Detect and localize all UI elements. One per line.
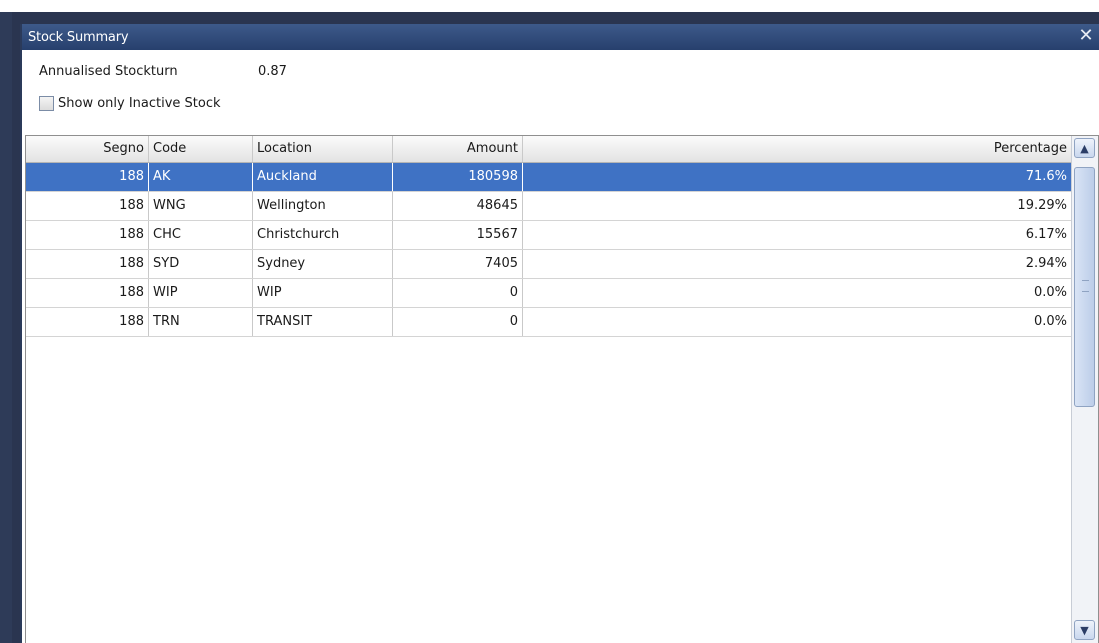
table-row[interactable]: 188 SYD Sydney 7405 2.94%: [26, 250, 1072, 279]
cell-percentage: 6.17%: [523, 221, 1072, 249]
cell-code: CHC: [149, 221, 253, 249]
cell-location: WIP: [253, 279, 393, 307]
column-header-segno[interactable]: Segno: [26, 136, 149, 162]
grip-icon: [1082, 280, 1089, 292]
column-header-amount[interactable]: Amount: [393, 136, 523, 162]
scrollbar-thumb[interactable]: [1074, 167, 1095, 407]
table-row[interactable]: 188 CHC Christchurch 15567 6.17%: [26, 221, 1072, 250]
grid-rows: 188 AK Auckland 180598 71.6% 188 WNG Wel…: [26, 163, 1072, 337]
cell-amount: 7405: [393, 250, 523, 278]
stockturn-label: Annualised Stockturn: [39, 64, 178, 79]
cell-code: TRN: [149, 308, 253, 336]
cell-percentage: 71.6%: [523, 163, 1072, 191]
cell-segno: 188: [26, 308, 149, 336]
scroll-down-button[interactable]: ▼: [1074, 620, 1095, 640]
stockturn-value: 0.87: [258, 64, 287, 79]
table-row[interactable]: 188 WIP WIP 0 0.0%: [26, 279, 1072, 308]
close-icon[interactable]: ✕: [1075, 25, 1097, 47]
desktop-left-strip: [0, 12, 12, 643]
cell-percentage: 0.0%: [523, 308, 1072, 336]
window-titlebar[interactable]: Stock Summary ✕: [22, 24, 1099, 50]
scroll-up-button[interactable]: ▲: [1074, 138, 1095, 158]
cell-segno: 188: [26, 192, 149, 220]
cell-percentage: 0.0%: [523, 279, 1072, 307]
cell-amount: 180598: [393, 163, 523, 191]
cell-amount: 0: [393, 279, 523, 307]
cell-amount: 0: [393, 308, 523, 336]
chevron-up-icon: ▲: [1080, 141, 1089, 155]
cell-segno: 188: [26, 221, 149, 249]
grid-header: Segno Code Location Amount Percentage: [26, 136, 1072, 163]
cell-percentage: 2.94%: [523, 250, 1072, 278]
table-row[interactable]: 188 TRN TRANSIT 0 0.0%: [26, 308, 1072, 337]
cell-location: Christchurch: [253, 221, 393, 249]
cell-amount: 15567: [393, 221, 523, 249]
cell-code: AK: [149, 163, 253, 191]
cell-code: WIP: [149, 279, 253, 307]
cell-amount: 48645: [393, 192, 523, 220]
chevron-down-icon: ▼: [1080, 623, 1089, 637]
inactive-stock-checkbox[interactable]: Show only Inactive Stock: [39, 96, 221, 111]
cell-percentage: 19.29%: [523, 192, 1072, 220]
cell-segno: 188: [26, 250, 149, 278]
cell-segno: 188: [26, 163, 149, 191]
checkbox-icon[interactable]: [39, 96, 54, 111]
column-header-location[interactable]: Location: [253, 136, 393, 162]
cell-code: WNG: [149, 192, 253, 220]
cell-location: Auckland: [253, 163, 393, 191]
stock-summary-window: Stock Summary ✕ Annualised Stockturn 0.8…: [20, 24, 1099, 643]
window-title: Stock Summary: [28, 30, 129, 45]
cell-location: TRANSIT: [253, 308, 393, 336]
stock-grid: Segno Code Location Amount Percentage 18…: [25, 135, 1099, 643]
cell-segno: 188: [26, 279, 149, 307]
inactive-stock-checkbox-label: Show only Inactive Stock: [58, 96, 221, 111]
cell-location: Sydney: [253, 250, 393, 278]
cell-location: Wellington: [253, 192, 393, 220]
vertical-scrollbar[interactable]: ▲ ▼: [1071, 136, 1098, 643]
column-header-percentage[interactable]: Percentage: [523, 136, 1072, 162]
desktop-top-strip: [0, 0, 1099, 12]
table-row[interactable]: 188 WNG Wellington 48645 19.29%: [26, 192, 1072, 221]
table-row[interactable]: 188 AK Auckland 180598 71.6%: [26, 163, 1072, 192]
column-header-code[interactable]: Code: [149, 136, 253, 162]
cell-code: SYD: [149, 250, 253, 278]
